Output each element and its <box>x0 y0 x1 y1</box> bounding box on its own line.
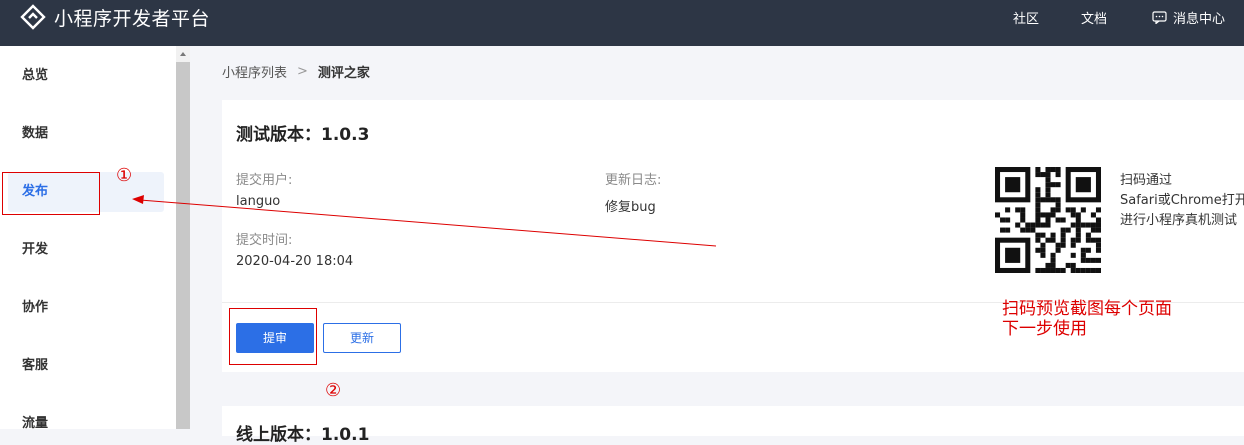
annotation-arrow <box>132 195 717 247</box>
